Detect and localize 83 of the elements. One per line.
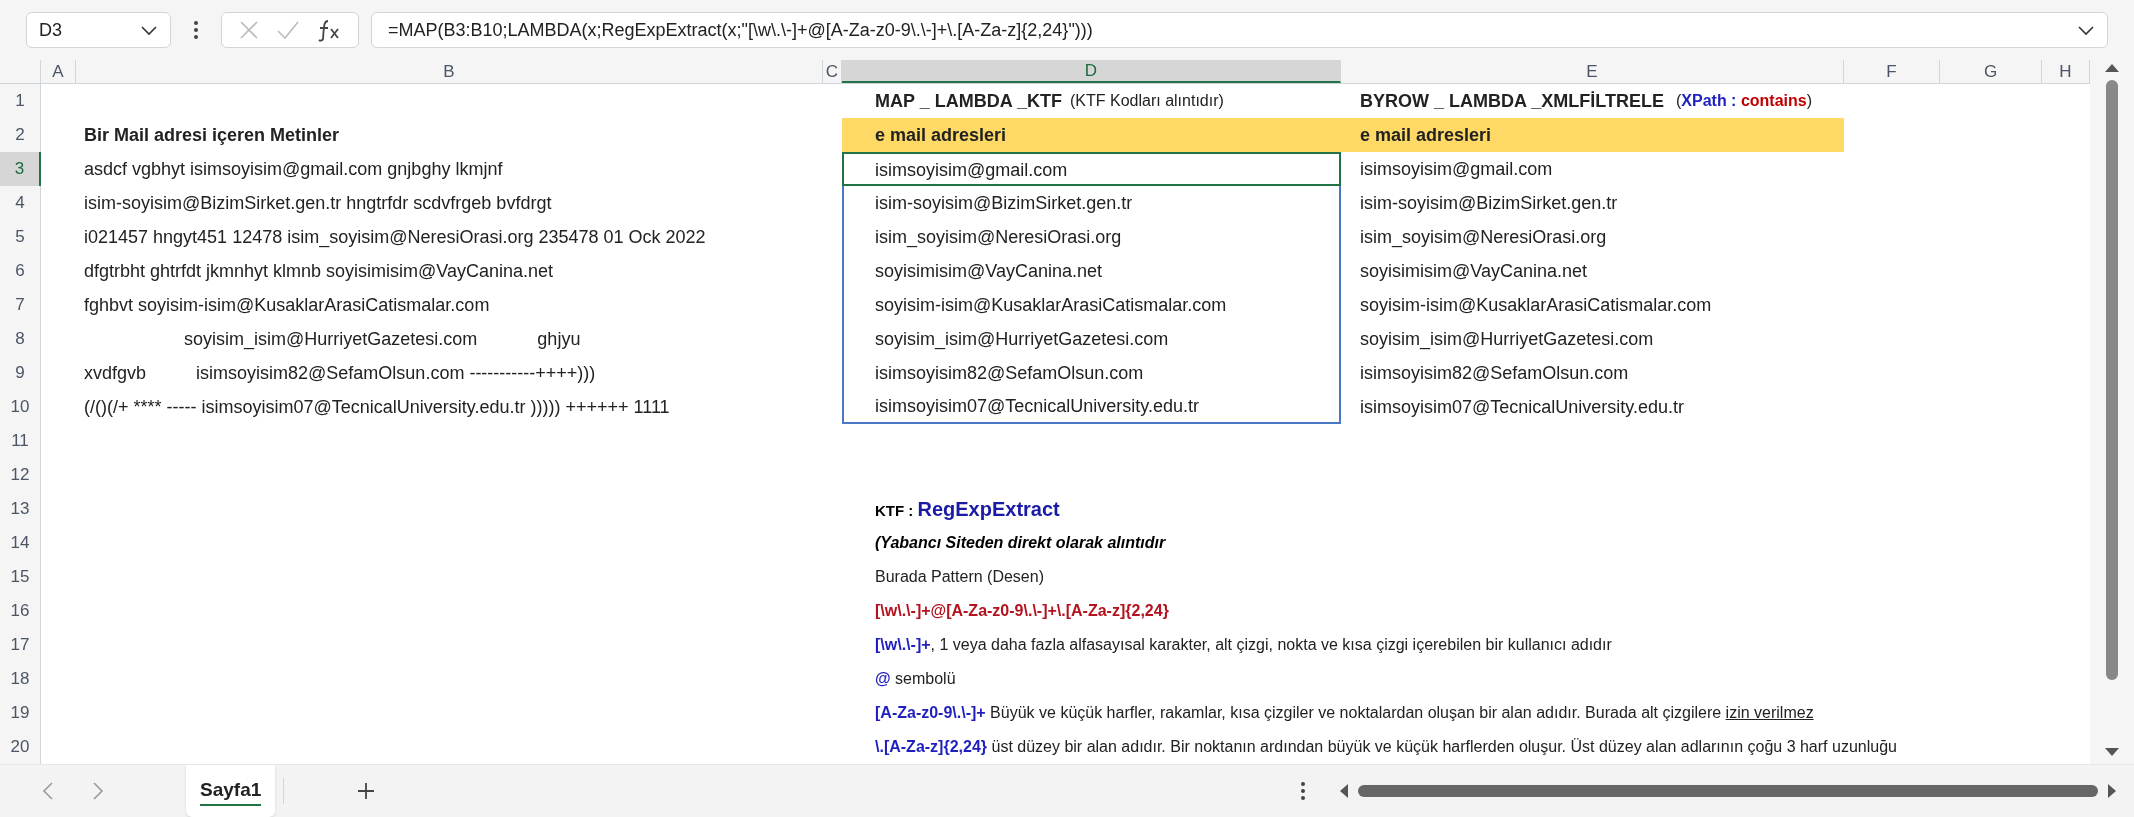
table-cell-text: asdcf vgbhyt isimsoyisim@gmail.com gnjbghy lkmjnf	[83, 157, 503, 181]
row-header[interactable]: 16	[0, 594, 41, 628]
column-note: (KTF Kodları alıntıdır)	[1069, 91, 1224, 111]
table-cell-text: fghbvt soyisim-isim@KusaklarArasiCatismalar.com	[83, 293, 490, 317]
table-cell[interactable]: isimsoyisim@gmail.com	[842, 152, 1341, 186]
row-header[interactable]: 17	[0, 628, 41, 662]
row-header[interactable]: 6	[0, 254, 41, 288]
row-header[interactable]: 19	[0, 696, 41, 730]
row-header[interactable]: 8	[0, 322, 41, 356]
column-title: BYROW _ LAMBDA _XMLFİLTRELE	[1359, 89, 1664, 113]
row-header[interactable]: 13	[0, 492, 41, 526]
chevron-down-icon[interactable]	[140, 24, 158, 36]
row-header[interactable]: 18	[0, 662, 41, 696]
column-header[interactable]: B	[76, 60, 823, 83]
row-header[interactable]: 12	[0, 458, 41, 492]
function-icon[interactable]	[316, 18, 342, 42]
row-header[interactable]: 5	[0, 220, 41, 254]
previous-sheet-icon[interactable]	[42, 781, 54, 801]
table-cell[interactable]: soyisimisim@VayCanina.net	[842, 254, 1341, 288]
row-header[interactable]: 4	[0, 186, 41, 220]
note-text: [A-Za-z0-9\.\-]+ Büyük ve küçük harfler, rakamlar, kısa çizgiler ve noktalardan oluşan bir alan adıdır. Burada alt çizgilere izin verilmez	[874, 703, 1814, 723]
table-cell[interactable]: isim-soyisim@BizimSirket.gen.tr	[842, 186, 1341, 220]
note-text: [\w\.\-]+, 1 veya daha fazla alfasayısal karakter, alt çizgi, nokta ve kısa çizgi içerebilen bir kullanıcı adıdır	[874, 635, 1612, 655]
table-cell-text: isimsoyisim82@SefamOlsun.com	[1359, 361, 1629, 385]
scrollbar-thumb[interactable]	[2106, 80, 2118, 680]
row-header[interactable]: 20	[0, 730, 41, 764]
table-cell-text: isim-soyisim@BizimSirket.gen.tr hngtrfdr scdvfrgeb bvfdrgt	[83, 191, 552, 215]
table-cell[interactable]: isimsoyisim82@SefamOlsun.com	[842, 356, 1341, 390]
note-text: KTF : RegExpExtract	[874, 497, 1060, 522]
table-header: e mail adresleri	[1359, 123, 1492, 147]
sheet-tab[interactable]: Sayfa1	[186, 765, 276, 817]
row-header[interactable]: 15	[0, 560, 41, 594]
note-text: @ sembolü	[874, 669, 956, 689]
scrollbar-thumb[interactable]	[1358, 785, 2099, 797]
row-header[interactable]: 10	[0, 390, 41, 424]
table-cell[interactable]: isim_soyisim@NeresiOrasi.org	[842, 220, 1341, 254]
more-icon[interactable]	[193, 19, 199, 41]
column-header[interactable]: D	[842, 60, 1341, 83]
table-cell-text: isim_soyisim@NeresiOrasi.org	[1359, 225, 1607, 250]
row-header[interactable]: 2	[0, 118, 41, 152]
row-header[interactable]: 1	[0, 84, 41, 118]
next-sheet-icon[interactable]	[92, 781, 104, 801]
column-header[interactable]: G	[1940, 60, 2042, 83]
table-cell-text: isimsoyisim07@TecnicalUniversity.edu.tr	[1359, 395, 1685, 419]
scroll-down-icon[interactable]	[2104, 746, 2120, 758]
table-cell-text: isim-soyisim@BizimSirket.gen.tr	[1359, 191, 1618, 215]
table-cell-text: xvdfgvb isimsoyisim82@SefamOlsun.com -----------++++)))	[83, 361, 596, 385]
table-cell-text: soyisim-isim@KusaklarArasiCatismalar.com	[1359, 293, 1712, 317]
table-cell[interactable]: soyisim_isim@HurriyetGazetesi.com	[842, 322, 1341, 356]
row-header[interactable]: 11	[0, 424, 41, 458]
table-cell-text: i021457 hngyt451 12478 isim_soyisim@NeresiOrasi.org 235478 01 Ock 2022	[83, 225, 706, 250]
table-cell-text: isimsoyisim@gmail.com	[1359, 157, 1553, 181]
column-header[interactable]: E	[1341, 60, 1844, 83]
row-header[interactable]: 3	[0, 152, 41, 186]
table-header: e mail adresleri	[874, 123, 1007, 147]
check-icon[interactable]	[276, 19, 300, 41]
chevron-down-icon[interactable]	[2077, 24, 2095, 36]
more-icon[interactable]	[1300, 780, 1307, 802]
table-cell-text: soyisim_isim@HurriyetGazetesi.com	[1359, 327, 1654, 352]
table-cell[interactable]: soyisim-isim@KusaklarArasiCatismalar.com	[842, 288, 1341, 322]
note-text: \.[A-Za-z]{2,24} üst düzey bir alan adıdır. Bir noktanın ardından büyük ve küçük harflerden oluşur. Üst düzey alan adlarının çoğu 3 harf uzunluğu	[874, 737, 1897, 757]
table-cell-text: soyisim_isim@HurriyetGazetesi.com ghjyu	[183, 327, 581, 352]
column-header[interactable]: A	[41, 60, 76, 83]
add-sheet-icon[interactable]	[356, 781, 377, 801]
row-header[interactable]: 14	[0, 526, 41, 560]
table-cell-text: (/()(/+ **** ----- isimsoyisim07@TecnicalUniversity.edu.tr ))))) ++++++ 1111	[83, 395, 670, 419]
note-text: [\w\.\-]+@[A-Za-z0-9\.\-]+\.[A-Za-z]{2,24}	[874, 601, 1169, 621]
table-cell-text: soyisimisim@VayCanina.net	[1359, 259, 1587, 283]
column-title: MAP _ LAMBDA _KTF	[874, 89, 1062, 113]
formula-field[interactable]: =MAP(B3:B10;LAMBDA(x;RegExpExtract(x;"[\w\.\-]+@[A-Za-z0-9\.\-]+\.[A-Za-z]{2,24}")))	[371, 12, 2108, 48]
table-header: Bir Mail adresi içeren Metinler	[83, 123, 340, 147]
scroll-up-icon[interactable]	[2104, 62, 2120, 74]
table-cell[interactable]: isimsoyisim07@TecnicalUniversity.edu.tr	[842, 390, 1341, 424]
note-text: (Yabancı Siteden direkt olarak alıntıdır	[874, 533, 1166, 553]
vertical-scrollbar[interactable]	[2090, 60, 2134, 764]
name-box[interactable]: D3	[26, 12, 171, 48]
table-cell-text: dfgtrbht ghtrfdt jkmnhyt klmnb soyisimisim@VayCanina.net	[83, 259, 554, 283]
row-header[interactable]: 7	[0, 288, 41, 322]
column-note: (XPath : contains)	[1675, 91, 1812, 111]
column-header[interactable]: F	[1844, 60, 1940, 83]
note-text: Burada Pattern (Desen)	[874, 567, 1044, 587]
scroll-left-icon[interactable]	[1338, 783, 1351, 799]
row-header[interactable]: 9	[0, 356, 41, 390]
